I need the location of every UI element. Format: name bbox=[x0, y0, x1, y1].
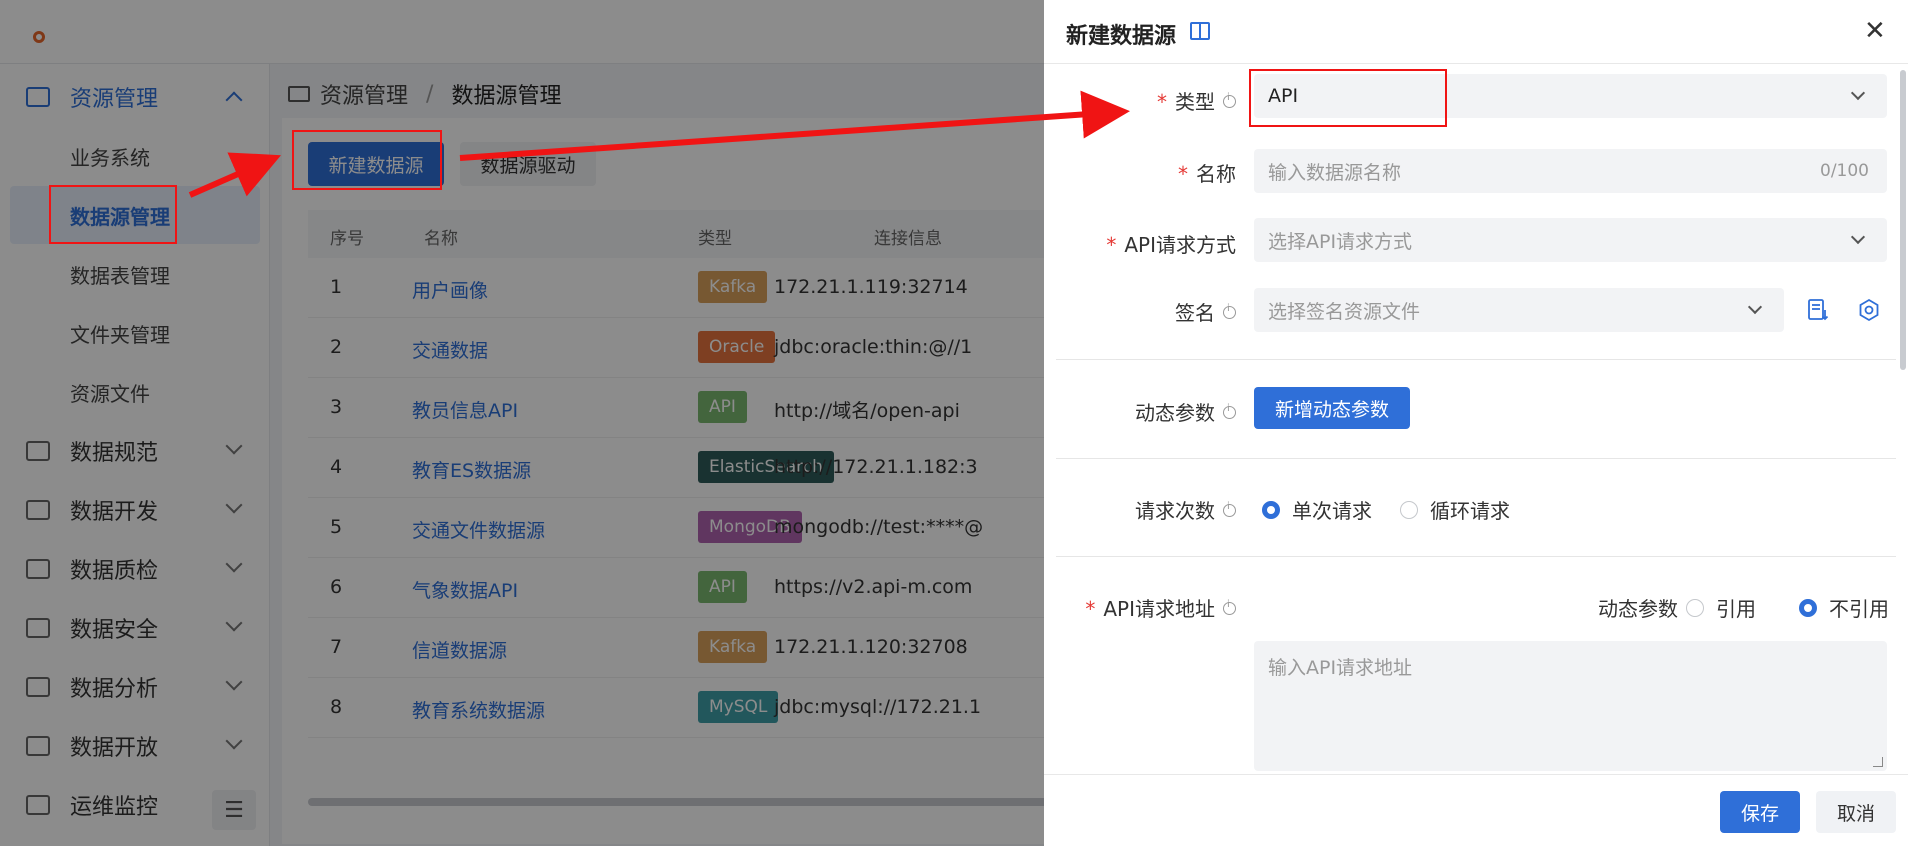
info-icon[interactable] bbox=[1223, 599, 1236, 615]
save-button[interactable]: 保存 bbox=[1720, 791, 1800, 833]
add-dynamic-param-button[interactable]: 新增动态参数 bbox=[1254, 387, 1410, 429]
book-icon[interactable] bbox=[1190, 22, 1210, 40]
chevron-down-icon bbox=[1850, 229, 1866, 245]
request-count-label: 请求次数 bbox=[1135, 495, 1236, 524]
vertical-scrollbar[interactable] bbox=[1900, 70, 1906, 370]
api-url-placeholder: 输入API请求地址 bbox=[1268, 657, 1413, 679]
drawer-body: *类型 API *名称 输入数据源名称 0/100 *API请求方式 选择API… bbox=[1044, 64, 1908, 774]
type-label: * 类型 bbox=[1157, 86, 1236, 115]
name-input[interactable]: 输入数据源名称 0/100 bbox=[1254, 149, 1887, 193]
radio-label: 单次请求 bbox=[1292, 499, 1372, 523]
required-mark: * bbox=[1085, 597, 1096, 621]
resize-handle-icon[interactable] bbox=[1873, 757, 1883, 767]
radio-checked-icon bbox=[1799, 598, 1817, 617]
radio-unchecked-icon bbox=[1686, 598, 1704, 617]
close-icon[interactable]: ✕ bbox=[1864, 18, 1886, 44]
drawer-header: 新建数据源 ✕ bbox=[1044, 0, 1908, 64]
required-mark: * bbox=[1106, 233, 1117, 257]
settings-icon[interactable] bbox=[1857, 298, 1881, 322]
name-label-text: 名称 bbox=[1196, 162, 1236, 186]
form-divider bbox=[1056, 359, 1896, 360]
info-icon[interactable] bbox=[1223, 501, 1236, 517]
required-mark: * bbox=[1178, 162, 1188, 186]
name-input-placeholder: 输入数据源名称 bbox=[1268, 161, 1402, 184]
api-method-label-text: API请求方式 bbox=[1124, 233, 1236, 257]
radio-loop-request[interactable]: 循环请求 bbox=[1400, 495, 1510, 524]
api-method-select[interactable]: 选择API请求方式 bbox=[1254, 218, 1887, 262]
signature-select[interactable]: 选择签名资源文件 bbox=[1254, 288, 1784, 332]
info-icon[interactable] bbox=[1223, 403, 1236, 419]
highlight-box-new-button bbox=[292, 130, 442, 190]
radio-label: 循环请求 bbox=[1430, 499, 1510, 523]
radio-label: 引用 bbox=[1716, 597, 1756, 621]
info-icon[interactable] bbox=[1223, 303, 1236, 319]
dynamic-params-label: 动态参数 bbox=[1135, 397, 1236, 426]
radio-url-ref[interactable]: 引用 bbox=[1686, 593, 1756, 622]
form-divider bbox=[1056, 556, 1896, 557]
radio-label: 不引用 bbox=[1829, 597, 1889, 621]
request-count-label-text: 请求次数 bbox=[1135, 499, 1215, 523]
chevron-down-icon bbox=[1850, 85, 1866, 101]
url-dynamic-params-label: 动态参数 bbox=[1598, 597, 1678, 621]
char-counter: 0/100 bbox=[1820, 161, 1869, 181]
radio-unchecked-icon bbox=[1400, 500, 1418, 519]
new-datasource-drawer: 新建数据源 ✕ *类型 API *名称 输入数据源名称 0/100 *API请求… bbox=[1044, 0, 1908, 846]
chevron-down-icon bbox=[1747, 299, 1763, 315]
cancel-button[interactable]: 取消 bbox=[1816, 791, 1896, 833]
info-icon[interactable] bbox=[1223, 92, 1236, 108]
radio-single-request[interactable]: 单次请求 bbox=[1262, 495, 1372, 524]
type-label-text: 类型 bbox=[1175, 90, 1215, 114]
name-label: * 名称 bbox=[1178, 158, 1236, 187]
api-url-label-text: API请求地址 bbox=[1103, 597, 1215, 621]
dynamic-params-label-text: 动态参数 bbox=[1135, 401, 1215, 425]
api-method-placeholder: 选择API请求方式 bbox=[1268, 230, 1413, 253]
signature-label-text: 签名 bbox=[1175, 301, 1215, 325]
api-url-textarea[interactable]: 输入API请求地址 bbox=[1254, 641, 1887, 771]
radio-checked-icon bbox=[1262, 500, 1280, 519]
highlight-box-type-select bbox=[1249, 69, 1447, 127]
file-list-icon[interactable] bbox=[1806, 298, 1830, 322]
required-mark: * bbox=[1157, 90, 1167, 114]
radio-url-noref[interactable]: 不引用 bbox=[1799, 593, 1889, 622]
form-divider bbox=[1056, 458, 1896, 459]
api-method-label: * API请求方式 bbox=[1106, 229, 1236, 258]
api-url-label: * API请求地址 bbox=[1085, 593, 1236, 622]
signature-label: 签名 bbox=[1175, 297, 1236, 326]
drawer-footer: 保存 取消 bbox=[1044, 774, 1908, 846]
drawer-title: 新建数据源 bbox=[1066, 24, 1177, 49]
highlight-box-sidebar-item bbox=[49, 185, 177, 244]
signature-placeholder: 选择签名资源文件 bbox=[1268, 300, 1421, 323]
